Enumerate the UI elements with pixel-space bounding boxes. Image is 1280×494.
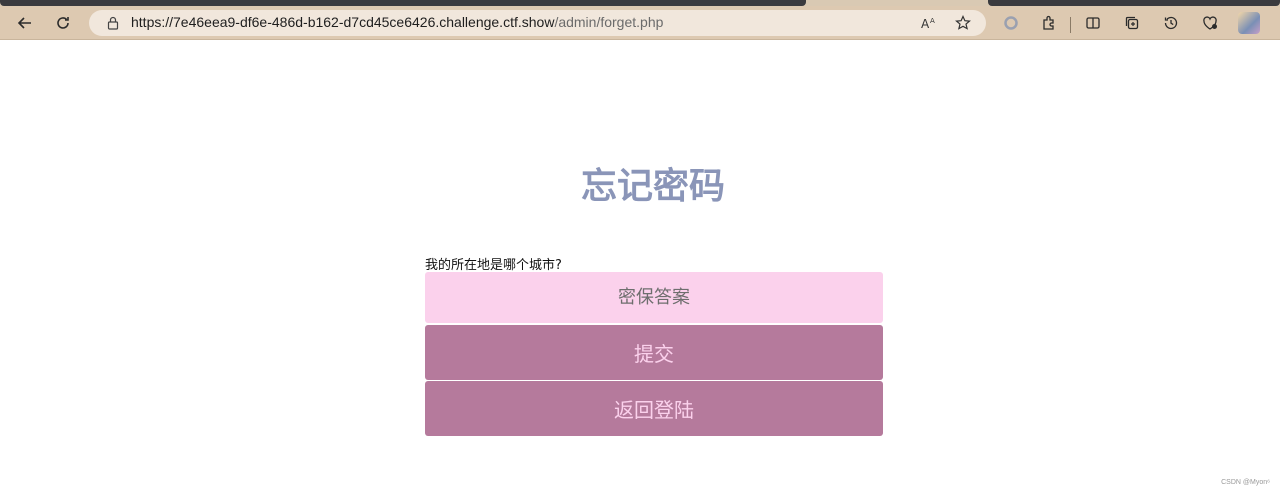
url-path: /admin/forget.php: [554, 14, 664, 30]
circle-icon[interactable]: [997, 9, 1025, 37]
read-aloud-icon[interactable]: AA: [919, 13, 939, 33]
browser-toolbar: https://7e46eea9-df6e-486d-b162-d7cd45ce…: [0, 6, 1280, 40]
url-host: https://7e46eea9-df6e-486d-b162-d7cd45ce…: [131, 14, 555, 30]
svg-text:A: A: [921, 17, 930, 30]
toolbar-divider: [1070, 17, 1071, 33]
svg-text:A: A: [930, 17, 935, 25]
collections-icon[interactable]: [1118, 9, 1146, 37]
history-icon[interactable]: [1157, 9, 1185, 37]
lock-icon[interactable]: [105, 15, 121, 31]
page-content: 忘记密码 我的所在地是哪个城市? 提交 返回登陆 CSDN @Myon⁶: [0, 41, 1280, 494]
security-question-label: 我的所在地是哪个城市?: [425, 258, 562, 273]
favorite-star-icon[interactable]: [953, 13, 973, 33]
url-text[interactable]: https://7e46eea9-df6e-486d-b162-d7cd45ce…: [131, 14, 663, 30]
refresh-button[interactable]: [49, 9, 77, 37]
security-answer-input[interactable]: [425, 272, 883, 323]
profile-avatar-icon[interactable]: [1238, 12, 1260, 34]
extensions-icon[interactable]: [1035, 9, 1063, 37]
back-icon: [17, 17, 31, 29]
page-title: 忘记密码: [580, 166, 725, 207]
split-screen-icon[interactable]: [1079, 9, 1107, 37]
address-bar[interactable]: https://7e46eea9-df6e-486d-b162-d7cd45ce…: [89, 10, 986, 36]
watermark: CSDN @Myon⁶: [1221, 479, 1270, 486]
refresh-icon: [57, 17, 69, 29]
performance-icon[interactable]: [1196, 9, 1224, 37]
submit-button[interactable]: 提交: [425, 325, 883, 380]
back-button[interactable]: [11, 9, 39, 37]
back-to-login-button[interactable]: 返回登陆: [425, 381, 883, 436]
